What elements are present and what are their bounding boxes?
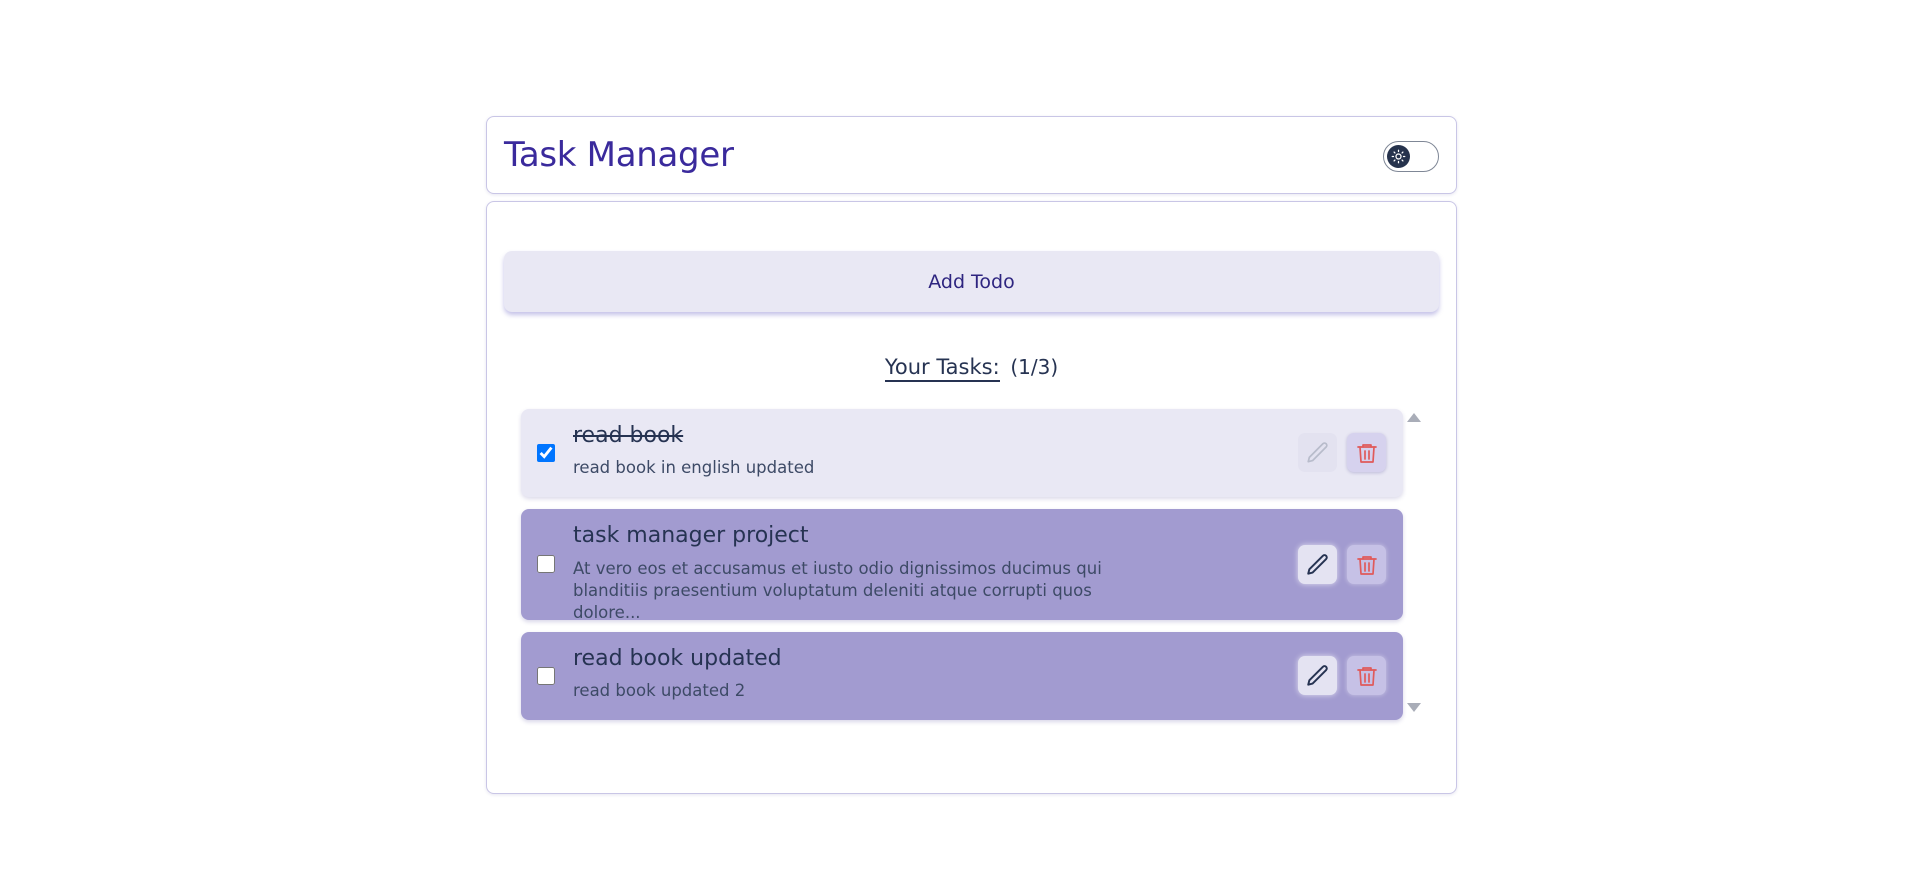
edit-button[interactable]	[1298, 433, 1337, 472]
task-description: read book updated 2	[573, 681, 746, 700]
task-title: task manager project	[573, 523, 809, 548]
theme-toggle[interactable]	[1383, 141, 1439, 172]
task-description: read book in english updated	[573, 458, 815, 477]
scroll-down-arrow[interactable]	[1407, 703, 1421, 712]
trash-icon	[1355, 553, 1379, 577]
tasks-heading-label: Your Tasks:	[884, 355, 1000, 382]
tasks-count: (1/3)	[1010, 355, 1059, 379]
task-checkbox[interactable]	[537, 555, 555, 573]
task-item: read book read book in english updated	[521, 409, 1403, 497]
pencil-icon	[1305, 552, 1331, 578]
sun-icon	[1387, 145, 1410, 168]
tasks-heading: Your Tasks: (1/3)	[487, 355, 1456, 382]
task-panel: Add Todo Your Tasks: (1/3) read book rea…	[486, 201, 1457, 794]
delete-button[interactable]	[1347, 433, 1386, 472]
trash-icon	[1355, 664, 1379, 688]
pencil-icon	[1305, 440, 1331, 466]
scroll-up-arrow[interactable]	[1407, 413, 1421, 422]
edit-button[interactable]	[1298, 656, 1337, 695]
edit-button[interactable]	[1298, 545, 1337, 584]
add-todo-button[interactable]: Add Todo	[504, 251, 1439, 312]
app-title: Task Manager	[504, 135, 734, 175]
delete-button[interactable]	[1347, 545, 1386, 584]
task-description: At vero eos et accusamus et iusto odio d…	[573, 559, 1102, 622]
task-item: task manager project At vero eos et accu…	[521, 509, 1403, 622]
task-checkbox[interactable]	[537, 667, 555, 685]
task-item: read book updated read book updated 2	[521, 632, 1403, 720]
task-title: read book	[573, 423, 684, 448]
pencil-icon	[1305, 663, 1331, 689]
task-checkbox[interactable]	[537, 444, 555, 462]
app-header: Task Manager	[486, 116, 1457, 194]
delete-button[interactable]	[1347, 656, 1386, 695]
trash-icon	[1355, 441, 1379, 465]
task-title: read book updated	[573, 646, 782, 671]
